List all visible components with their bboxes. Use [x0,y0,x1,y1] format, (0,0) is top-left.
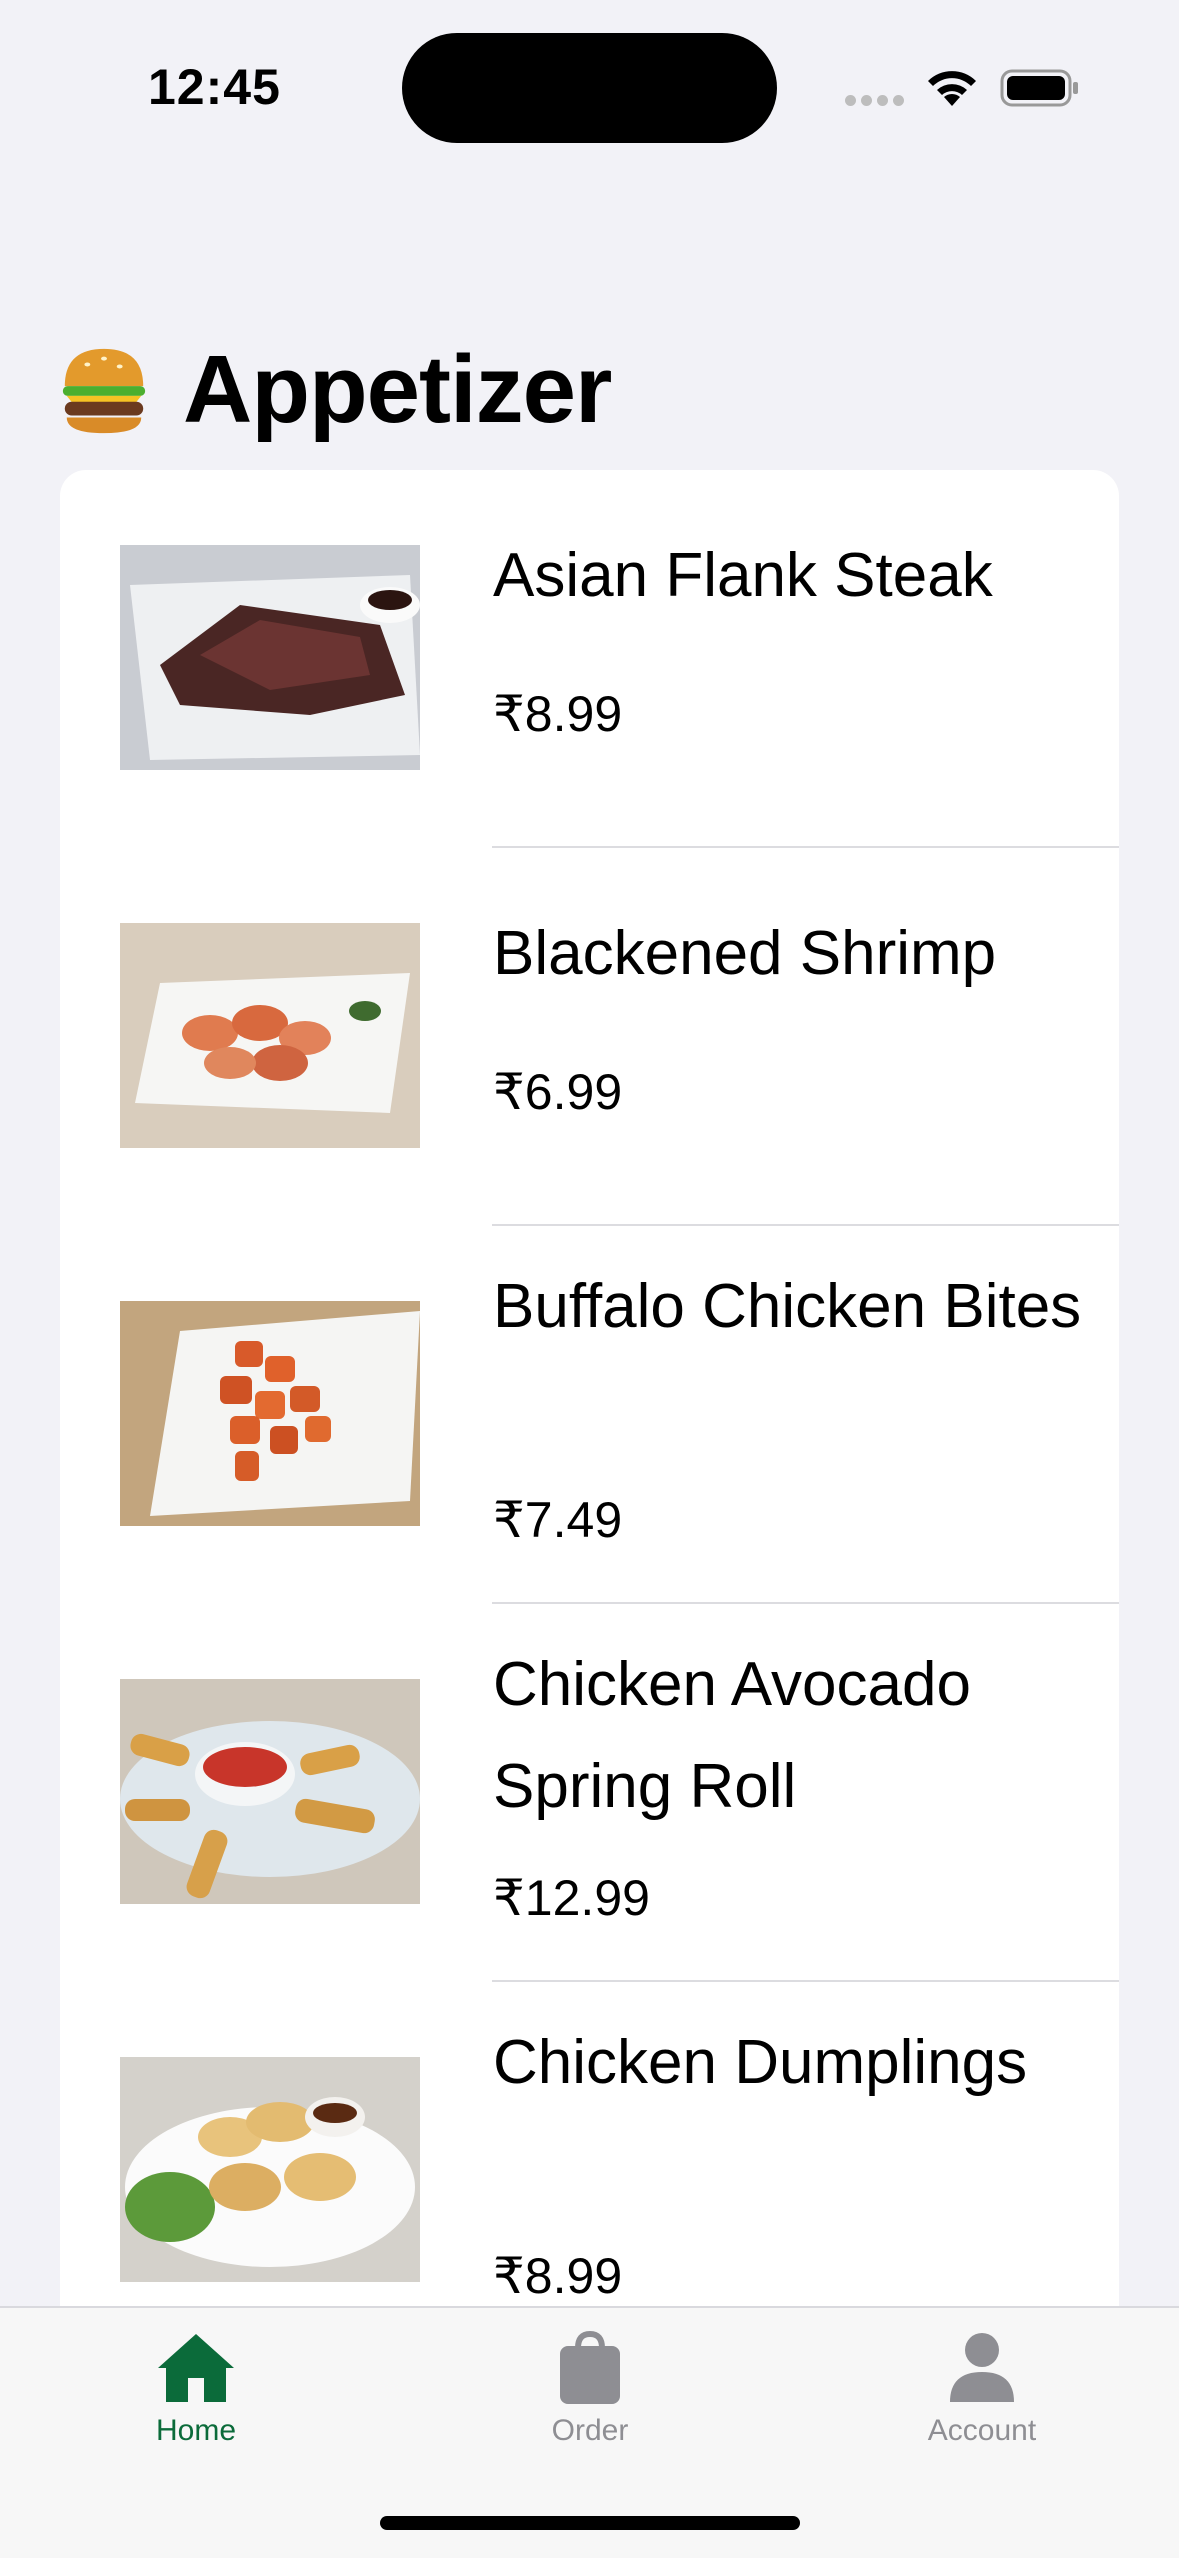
list-item[interactable]: Buffalo Chicken Bites ₹7.49 [60,1226,1119,1604]
battery-icon [1000,69,1078,107]
house-icon [158,2334,234,2402]
item-price: ₹8.99 [493,2248,623,2304]
list-item[interactable]: Blackened Shrimp ₹6.99 [60,848,1119,1226]
wifi-icon [928,71,976,106]
list-item[interactable]: Chicken Dumplings ₹8.99 [60,1982,1119,2360]
item-price: ₹8.99 [493,686,623,742]
chicken-bites-image [120,1301,420,1526]
burger-icon [62,348,146,434]
person-icon [950,2333,1014,2402]
tab-label: Home [155,2414,237,2447]
cellular-signal-icon [845,95,905,107]
tab-home[interactable]: Home [96,2330,296,2448]
flank-steak-image [120,545,420,770]
page-header: Appetizer [55,330,612,450]
home-indicator[interactable] [380,2516,800,2530]
item-price: ₹7.49 [493,1492,623,1548]
tab-label: Account [927,2414,1037,2447]
shrimp-image [120,923,420,1148]
status-bar: 12:45 [0,0,1179,170]
item-price: ₹6.99 [493,1064,623,1120]
status-time: 12:45 [148,59,281,115]
item-name: Blackened Shrimp [493,919,997,988]
item-name: Chicken Avocado Spring Roll [493,1650,971,1821]
dynamic-island [402,33,777,143]
page-title: Appetizer [183,336,612,443]
item-name: Chicken Dumplings [493,2028,1028,2097]
spring-roll-image [120,1679,420,1904]
bag-icon [560,2330,620,2404]
list-item[interactable]: Chicken Avocado Spring Roll ₹12.99 [60,1604,1119,1982]
tab-label: Order [551,2414,629,2447]
menu-list[interactable]: Asian Flank Steak ₹8.99 Blackened Shrimp… [60,470,1119,2420]
item-name: Buffalo Chicken Bites [493,1272,1082,1341]
tab-account[interactable]: Account [882,2330,1082,2448]
dumplings-image [120,2057,420,2282]
item-name: Asian Flank Steak [493,541,993,610]
tab-order[interactable]: Order [490,2330,690,2448]
item-price: ₹12.99 [493,1870,650,1926]
list-item[interactable]: Asian Flank Steak ₹8.99 [60,470,1119,848]
